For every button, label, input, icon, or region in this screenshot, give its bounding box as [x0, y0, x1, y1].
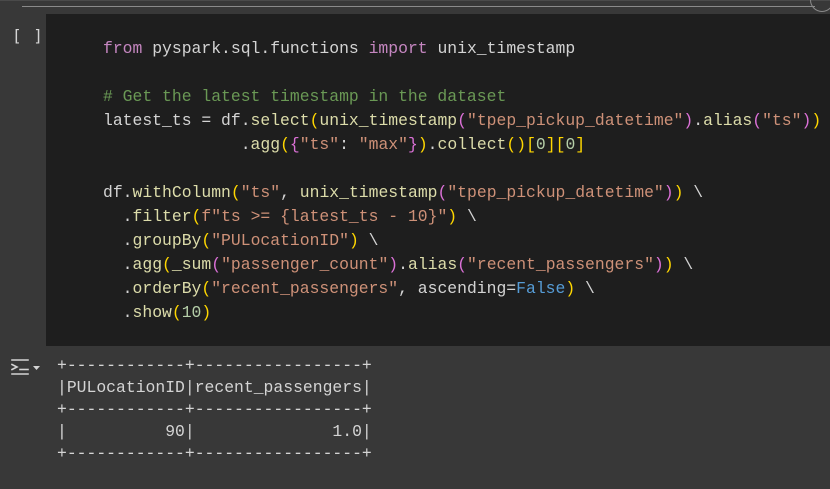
- cell-top-border: [0, 0, 830, 1]
- notebook-cell: from pyspark.sql.functions import unix_t…: [0, 0, 830, 489]
- code-text[interactable]: from pyspark.sql.functions import unix_t…: [103, 37, 830, 325]
- cell-focus-line: [22, 6, 815, 7]
- cell-output: +------------+-----------------+ |PULoca…: [0, 346, 830, 489]
- cell-toolbar-circle[interactable]: [810, 0, 830, 12]
- run-cell-button[interactable]: [ ]: [12, 26, 44, 46]
- table-header: |PULocationID|recent_passengers|: [57, 378, 372, 397]
- table-border-middle: +------------+-----------------+: [57, 400, 372, 419]
- table-border-bottom: +------------+-----------------+: [57, 444, 372, 463]
- output-toggle-icon[interactable]: [10, 358, 42, 376]
- code-editor[interactable]: from pyspark.sql.functions import unix_t…: [46, 14, 830, 346]
- table-row: | 90| 1.0|: [57, 422, 372, 441]
- table-border-top: +------------+-----------------+: [57, 356, 372, 375]
- output-table: +------------+-----------------+ |PULoca…: [57, 355, 372, 465]
